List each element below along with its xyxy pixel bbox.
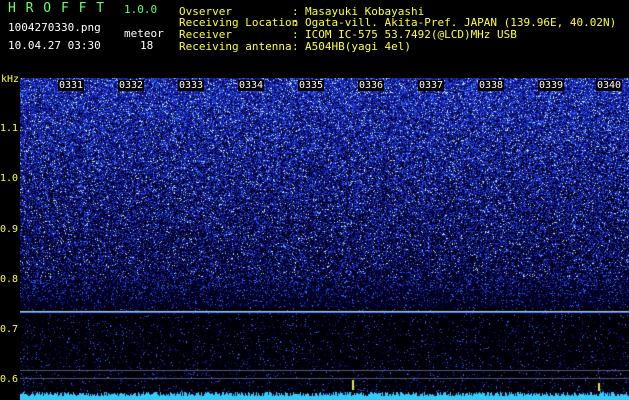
info-label-antenna: Receiving antenna [179, 40, 292, 53]
spectrogram-canvas [20, 78, 629, 400]
x-tick-label: 0331 [58, 80, 85, 91]
info-value-antenna: A504HB(yagi 4el) [305, 40, 411, 53]
y-tick-label: 0.7 [0, 324, 19, 335]
x-tick-label: 0336 [358, 80, 385, 91]
x-tick-label: 0334 [238, 80, 265, 91]
y-tick-label: 1.0 [0, 173, 19, 184]
file-name: 1004270330.png [8, 21, 101, 34]
x-tick-label: 0339 [538, 80, 565, 91]
y-tick-label: 0.9 [0, 224, 19, 235]
y-tick-label: 0.8 [0, 274, 19, 285]
x-tick-label: 0335 [298, 80, 325, 91]
x-tick-label: 0337 [418, 80, 445, 91]
y-tick-label: 1.1 [0, 123, 19, 134]
y-tick-label: 0.6 [0, 374, 19, 385]
meteor-count: 18 [140, 39, 154, 52]
info-sep-antenna: : [292, 40, 299, 53]
app-title: H R O F F T [8, 1, 106, 16]
x-tick-label: 0333 [178, 80, 205, 91]
y-axis-unit: kHz [1, 74, 20, 85]
timestamp: 10.04.27 03:30 [8, 39, 101, 52]
x-tick-label: 0332 [118, 80, 145, 91]
x-tick-label: 0340 [596, 80, 623, 91]
app-version: 1.0.0 [124, 3, 158, 16]
x-tick-label: 0338 [478, 80, 505, 91]
